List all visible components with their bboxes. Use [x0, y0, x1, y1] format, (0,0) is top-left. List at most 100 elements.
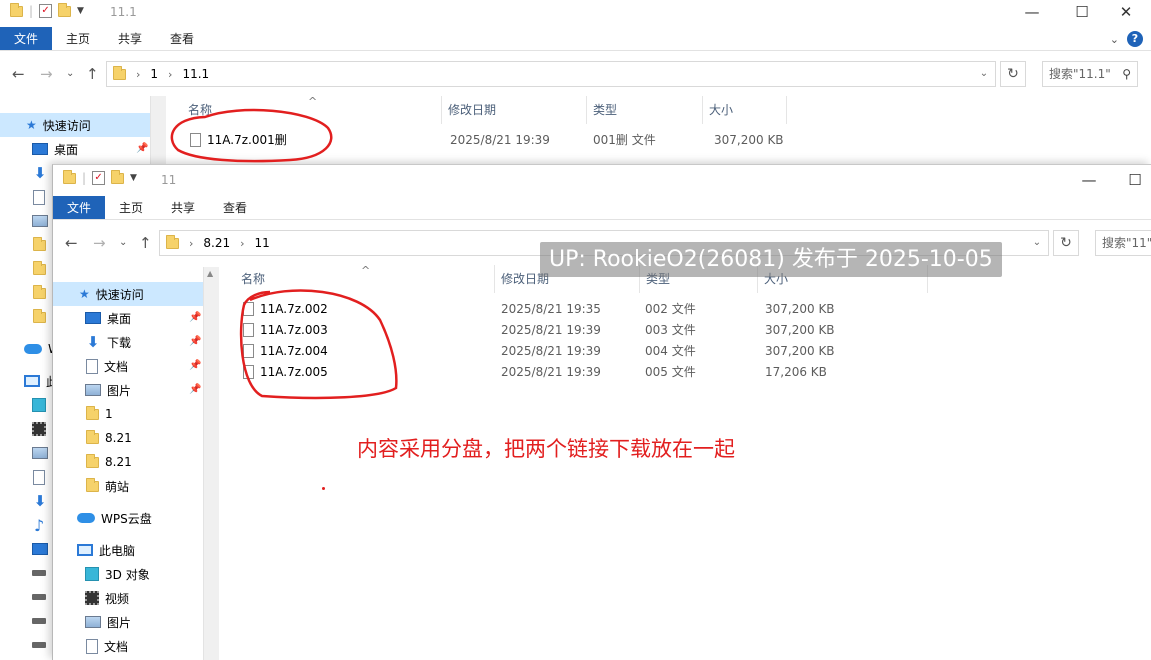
- scroll-up-icon[interactable]: ▲: [207, 269, 213, 278]
- breadcrumb-item[interactable]: 11.1: [182, 67, 209, 81]
- file-row[interactable]: 11A.7z.005 2025/8/21 19:39 005 文件 17,206…: [243, 362, 943, 383]
- nav-this-pc-partial[interactable]: 此: [0, 369, 58, 393]
- new-folder-icon[interactable]: [58, 2, 72, 17]
- qat-customize-icon[interactable]: ▼: [77, 6, 84, 16]
- nav-folder-8-21[interactable]: 8.21: [53, 426, 132, 450]
- nav-drive-partial[interactable]: [0, 585, 46, 609]
- address-dropdown-icon[interactable]: ⌄: [973, 62, 995, 86]
- tab-home[interactable]: 主页: [52, 27, 104, 50]
- nav-documents-partial[interactable]: [0, 465, 45, 489]
- file-row[interactable]: 11A.7z.001删 2025/8/21 19:39 001删 文件 307,…: [180, 130, 880, 151]
- breadcrumb-item[interactable]: 11: [255, 236, 270, 250]
- close-button[interactable]: ✕: [1106, 0, 1146, 24]
- back-icon[interactable]: ←: [12, 65, 25, 83]
- maximize-button[interactable]: ☐: [1115, 168, 1151, 192]
- properties-icon[interactable]: ✓: [92, 171, 106, 185]
- nav-music-partial[interactable]: ♪: [0, 513, 44, 537]
- address-dropdown-icon[interactable]: ⌄: [1026, 231, 1048, 255]
- nav-downloads-partial[interactable]: ⬇: [0, 161, 48, 185]
- tab-file[interactable]: 文件: [0, 27, 53, 50]
- search-input[interactable]: 搜索"11.1" ⚲: [1042, 61, 1138, 87]
- up-icon[interactable]: ↑: [139, 234, 152, 252]
- tab-share[interactable]: 共享: [157, 196, 209, 219]
- nav-folder-partial[interactable]: [0, 281, 46, 305]
- nav-scrollbar[interactable]: [150, 96, 166, 164]
- folder-icon[interactable]: [63, 169, 76, 184]
- nav-wps-partial[interactable]: W: [0, 337, 60, 361]
- nav-folder-partial[interactable]: [0, 305, 46, 329]
- nav-quick-access[interactable]: ★ 快速访问: [0, 113, 150, 137]
- column-name[interactable]: 名称: [235, 265, 495, 293]
- nav-this-pc[interactable]: 此电脑: [53, 538, 135, 562]
- file-size: 307,200 KB: [765, 344, 835, 358]
- forward-icon[interactable]: →: [40, 65, 53, 83]
- pin-icon[interactable]: 📌: [136, 143, 148, 154]
- help-icon[interactable]: ?: [1127, 31, 1143, 47]
- nav-pc-documents[interactable]: 文档: [53, 634, 128, 658]
- pin-icon[interactable]: 📌: [189, 384, 201, 395]
- tab-home[interactable]: 主页: [105, 196, 157, 219]
- breadcrumb-item[interactable]: 1: [150, 67, 158, 81]
- nav-desktop-partial[interactable]: [0, 537, 48, 561]
- pin-icon[interactable]: 📌: [189, 336, 201, 347]
- nav-drive-partial[interactable]: [0, 561, 46, 585]
- nav-quick-access[interactable]: ★ 快速访问: [53, 282, 203, 306]
- nav-drive-partial[interactable]: [0, 609, 46, 633]
- pictures-icon: [32, 447, 48, 459]
- recent-locations-icon[interactable]: ⌄: [119, 237, 127, 248]
- nav-pc-pictures[interactable]: 图片: [53, 610, 131, 634]
- column-size[interactable]: 大小: [703, 96, 787, 124]
- refresh-button[interactable]: ↻: [1000, 61, 1026, 87]
- ribbon-expand-icon[interactable]: ⌄: [1110, 33, 1119, 46]
- nav-drive-partial[interactable]: [0, 633, 46, 657]
- column-date[interactable]: 修改日期: [442, 96, 587, 124]
- nav-folder-partial[interactable]: [0, 233, 46, 257]
- tab-view[interactable]: 查看: [209, 196, 261, 219]
- minimize-button[interactable]: —: [1012, 0, 1052, 24]
- tab-file[interactable]: 文件: [53, 196, 106, 219]
- file-row[interactable]: 11A.7z.002 2025/8/21 19:35 002 文件 307,20…: [243, 299, 943, 320]
- nav-downloads-partial[interactable]: ⬇: [0, 489, 48, 513]
- nav-documents-partial[interactable]: [0, 185, 45, 209]
- nav-documents[interactable]: 文档: [53, 354, 128, 378]
- file-row[interactable]: 11A.7z.003 2025/8/21 19:39 003 文件 307,20…: [243, 320, 943, 341]
- qat-customize-icon[interactable]: ▼: [130, 173, 137, 183]
- file-row[interactable]: 11A.7z.004 2025/8/21 19:39 004 文件 307,20…: [243, 341, 943, 362]
- nav-3d-partial[interactable]: [0, 393, 46, 417]
- nav-folder-mengzhan[interactable]: 萌站: [53, 474, 129, 498]
- nav-video-partial[interactable]: [0, 417, 46, 441]
- pin-icon[interactable]: 📌: [189, 312, 201, 323]
- column-name[interactable]: 名称: [182, 96, 442, 124]
- column-type[interactable]: 类型: [587, 96, 703, 124]
- recent-locations-icon[interactable]: ⌄: [66, 68, 74, 79]
- nav-folder-8-21[interactable]: 8.21: [53, 450, 132, 474]
- maximize-button[interactable]: ☐: [1062, 0, 1102, 24]
- nav-pictures-partial[interactable]: [0, 209, 48, 233]
- document-icon: [33, 469, 45, 485]
- tab-share[interactable]: 共享: [104, 27, 156, 50]
- forward-icon[interactable]: →: [93, 234, 106, 252]
- properties-icon[interactable]: ✓: [39, 4, 53, 18]
- back-icon[interactable]: ←: [65, 234, 78, 252]
- folder-icon[interactable]: [10, 2, 23, 17]
- nav-pictures[interactable]: 图片: [53, 378, 131, 402]
- nav-downloads[interactable]: ⬇ 下载: [53, 330, 131, 354]
- nav-desktop[interactable]: 桌面: [0, 137, 150, 161]
- nav-folder-1[interactable]: 1: [53, 402, 113, 426]
- refresh-button[interactable]: ↻: [1053, 230, 1079, 256]
- address-bar[interactable]: › 1 › 11.1 ⌄: [106, 61, 996, 87]
- breadcrumb-item[interactable]: 8.21: [203, 236, 230, 250]
- pin-icon[interactable]: 📌: [189, 360, 201, 371]
- tab-view[interactable]: 查看: [156, 27, 208, 50]
- nav-pictures-partial[interactable]: [0, 441, 48, 465]
- nav-folder-partial[interactable]: [0, 257, 46, 281]
- nav-3d-objects[interactable]: 3D 对象: [53, 562, 150, 586]
- search-input[interactable]: 搜索"11": [1095, 230, 1151, 256]
- nav-scrollbar[interactable]: [203, 267, 219, 660]
- new-folder-icon[interactable]: [111, 169, 125, 184]
- up-icon[interactable]: ↑: [86, 65, 99, 83]
- nav-desktop[interactable]: 桌面: [53, 306, 131, 330]
- nav-wps-cloud[interactable]: WPS云盘: [53, 506, 152, 530]
- nav-videos[interactable]: 视频: [53, 586, 129, 610]
- minimize-button[interactable]: —: [1069, 168, 1109, 192]
